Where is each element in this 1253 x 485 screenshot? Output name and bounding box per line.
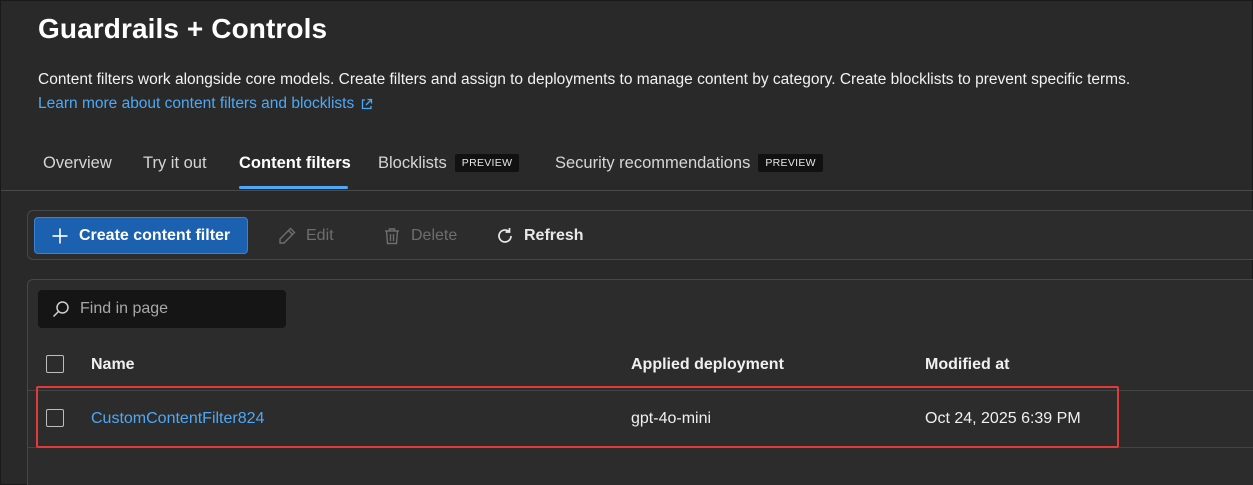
tab-security-recommendations[interactable]: Security recommendations PREVIEW (555, 152, 823, 174)
tab-try-it-out[interactable]: Try it out (143, 152, 207, 174)
refresh-label: Refresh (524, 227, 584, 244)
page-description: Content filters work alongside core mode… (38, 71, 1131, 88)
search-icon (52, 300, 70, 318)
row-checkbox[interactable] (46, 409, 64, 427)
tab-label: Security recommendations (555, 153, 751, 172)
delete-label: Delete (411, 227, 458, 244)
trash-icon (382, 226, 402, 246)
select-all-checkbox[interactable] (46, 355, 64, 373)
pencil-icon (277, 226, 297, 246)
search-input[interactable] (80, 300, 270, 318)
tab-blocklists[interactable]: Blocklists PREVIEW (378, 152, 520, 174)
tab-content-filters[interactable]: Content filters (239, 152, 351, 174)
applied-deployment-cell: gpt-4o-mini (631, 410, 712, 427)
content-filters-grid: Name Applied deployment Modified at Cust… (27, 279, 1253, 485)
refresh-icon (495, 226, 515, 246)
plus-icon (51, 227, 69, 245)
tab-bar: Overview Try it out Content filters Bloc… (1, 141, 1253, 191)
edit-button[interactable]: Edit (277, 224, 334, 248)
learn-more-link-label: Learn more about content filters and blo… (38, 95, 355, 112)
table-row[interactable]: CustomContentFilter824 gpt-4o-mini Oct 2… (28, 391, 1253, 447)
tab-label: Content filters (239, 153, 351, 172)
tab-overview[interactable]: Overview (43, 152, 112, 174)
preview-badge: PREVIEW (758, 154, 823, 172)
tab-label: Blocklists (378, 153, 447, 172)
refresh-button[interactable]: Refresh (495, 224, 584, 248)
create-content-filter-label: Create content filter (79, 226, 231, 244)
learn-more-link[interactable]: Learn more about content filters and blo… (38, 95, 373, 113)
active-tab-indicator (239, 186, 348, 189)
search-box[interactable] (38, 290, 286, 328)
create-content-filter-button[interactable]: Create content filter (34, 217, 248, 254)
row-divider (28, 447, 1253, 448)
filter-name-link[interactable]: CustomContentFilter824 (91, 410, 264, 428)
command-bar: Create content filter Edit Delete Refres… (27, 210, 1253, 260)
edit-label: Edit (306, 227, 334, 244)
preview-badge: PREVIEW (454, 154, 520, 172)
external-link-icon (360, 98, 373, 111)
delete-button[interactable]: Delete (382, 224, 457, 248)
modified-at-cell: Oct 24, 2025 6:39 PM (925, 410, 1081, 427)
page-title: Guardrails + Controls (38, 13, 328, 44)
tab-label: Overview (43, 153, 112, 172)
column-header-modified-at[interactable]: Modified at (925, 356, 1009, 374)
column-header-applied-deployment[interactable]: Applied deployment (631, 356, 784, 374)
tab-label: Try it out (143, 153, 207, 172)
column-header-name[interactable]: Name (91, 356, 135, 374)
